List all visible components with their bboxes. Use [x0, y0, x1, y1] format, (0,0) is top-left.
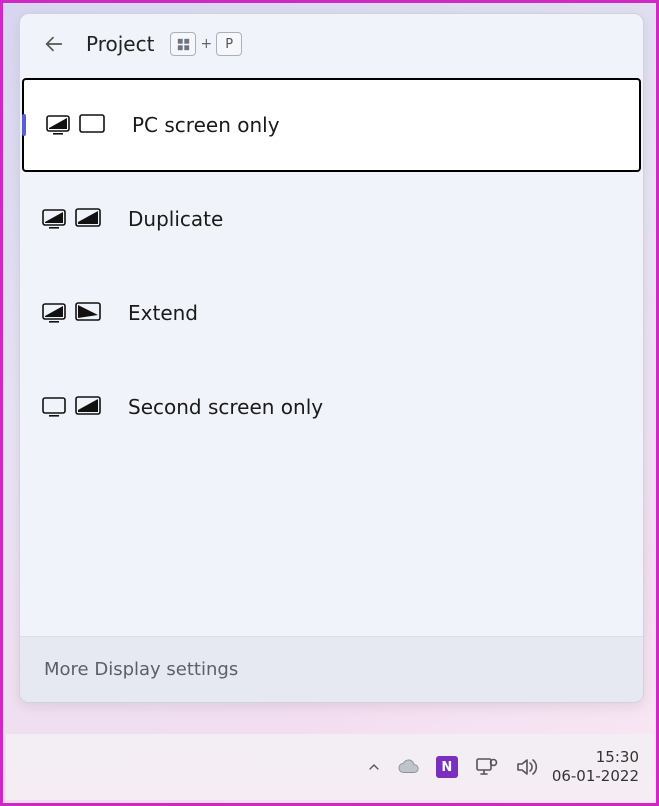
- arrow-left-icon: [43, 33, 65, 55]
- option-extend[interactable]: Extend: [20, 266, 643, 360]
- taskbar: N 15:30 06-01-2022: [6, 734, 653, 800]
- option-label: Second screen only: [128, 395, 323, 419]
- keyboard-shortcut: + P: [170, 32, 242, 56]
- clock-date: 06-01-2022: [552, 767, 639, 787]
- panel-footer: More Display settings: [20, 636, 643, 702]
- option-label: Extend: [128, 301, 198, 325]
- option-label: PC screen only: [132, 113, 280, 137]
- panel-title: Project: [86, 32, 154, 56]
- more-display-settings-link[interactable]: More Display settings: [44, 659, 238, 680]
- pc-screen-only-icon: [46, 112, 108, 138]
- option-pc-screen-only[interactable]: PC screen only: [22, 78, 641, 172]
- back-button[interactable]: [42, 32, 66, 56]
- plus-separator: +: [200, 36, 212, 52]
- onedrive-tray-icon[interactable]: [398, 756, 420, 778]
- network-tray-icon[interactable]: [474, 755, 498, 779]
- clock-time: 15:30: [596, 748, 639, 768]
- onenote-tray-icon[interactable]: N: [436, 756, 458, 778]
- p-key: P: [216, 32, 242, 56]
- project-flyout: Project + P: [19, 13, 644, 703]
- chevron-up-icon: [366, 759, 382, 775]
- option-label: Duplicate: [128, 207, 223, 231]
- windows-logo-icon: [177, 38, 190, 51]
- system-tray: N: [366, 755, 538, 779]
- projection-options: PC screen only Duplicate: [20, 78, 643, 636]
- extend-icon: [42, 300, 104, 326]
- win-key: [170, 32, 196, 56]
- tray-overflow-button[interactable]: [366, 759, 382, 775]
- cloud-icon: [398, 756, 420, 778]
- taskbar-clock[interactable]: 15:30 06-01-2022: [552, 748, 639, 787]
- volume-tray-icon[interactable]: [514, 755, 538, 779]
- duplicate-icon: [42, 206, 104, 232]
- computer-network-icon: [474, 755, 498, 779]
- option-duplicate[interactable]: Duplicate: [20, 172, 643, 266]
- option-second-screen-only[interactable]: Second screen only: [20, 360, 643, 454]
- second-screen-only-icon: [42, 394, 104, 420]
- speaker-icon: [514, 755, 538, 779]
- panel-header: Project + P: [20, 14, 643, 78]
